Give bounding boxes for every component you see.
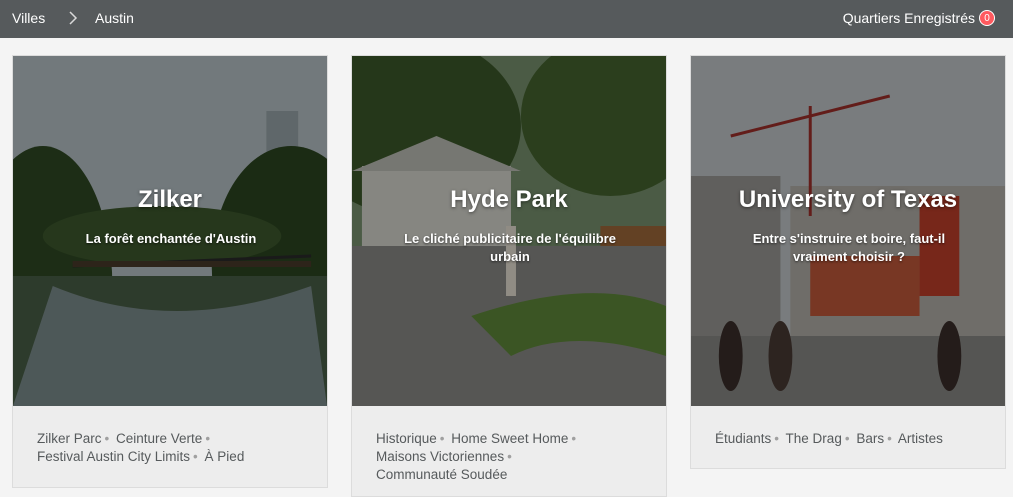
- tag: Historique: [376, 431, 437, 446]
- tag: Festival Austin City Limits: [37, 449, 191, 464]
- card-photo: Zilker La forêt enchantée d'Austin: [13, 56, 327, 406]
- tag: Étudiants: [715, 431, 772, 446]
- card-tags: Historique • Home Sweet Home • Maisons Vic…: [352, 406, 666, 496]
- tag: Maisons Victoriennes: [376, 449, 505, 464]
- neighborhood-card-zilker[interactable]: Zilker La forêt enchantée d'Austin Zilke…: [12, 55, 328, 488]
- tag-separator: •: [104, 431, 110, 446]
- saved-neighborhoods-label: Quartiers Enregistrés: [842, 10, 975, 26]
- tag-separator: •: [774, 431, 780, 446]
- tag: Artistes: [897, 431, 943, 446]
- card-subtitle: La forêt enchantée d'Austin: [85, 231, 257, 246]
- tag: Zilker Parc: [37, 431, 102, 446]
- neighborhood-card-hyde-park[interactable]: Hyde Park Le cliché publicitaire de l'éq…: [351, 55, 667, 497]
- tag: Ceinture Verte: [116, 431, 203, 446]
- neighborhood-card-university-of-texas[interactable]: University of Texas Entre s'instruire et…: [690, 55, 1006, 469]
- tag-separator: •: [507, 449, 512, 464]
- tag-separator: •: [887, 431, 892, 446]
- breadcrumb-austin: Austin: [95, 10, 134, 26]
- tag-separator: •: [844, 431, 850, 446]
- tag: Home Sweet Home: [451, 431, 569, 446]
- tag-separator: •: [193, 449, 198, 464]
- top-bar: Villes Austin Quartiers Enregistrés 0: [0, 0, 1013, 38]
- card-title: Zilker: [137, 186, 203, 213]
- tag: The Drag: [785, 431, 842, 446]
- chevron-right-icon: [69, 11, 78, 25]
- breadcrumb-villes[interactable]: Villes: [12, 10, 45, 26]
- card-title: University of Texas: [738, 186, 958, 213]
- tag-separator: •: [439, 431, 445, 446]
- tag-separator: •: [571, 431, 577, 446]
- tag-separator: •: [205, 431, 211, 446]
- tag: Bars: [856, 431, 885, 446]
- saved-count-badge: 0: [979, 10, 995, 26]
- saved-neighborhoods-link[interactable]: Quartiers Enregistrés 0: [843, 10, 995, 26]
- tag: Communauté Soudée: [376, 467, 508, 482]
- card-photo: Hyde Park Le cliché publicitaire de l'éq…: [352, 56, 666, 406]
- card-photo: University of Texas Entre s'instruire et…: [691, 56, 1005, 406]
- card-tags: Étudiants • The Drag • Bars • Artistes: [691, 406, 1005, 468]
- card-title: Hyde Park: [450, 186, 568, 213]
- card-subtitle: Entre s'instruire et boire, faut-il vrai…: [752, 231, 946, 264]
- card-subtitle: Le cliché publicitaire de l'équilibre ur…: [404, 231, 616, 264]
- tag: À Pied: [204, 449, 245, 464]
- card-tags: Zilker Parc • Ceinture Verte • Festival Au…: [13, 406, 327, 487]
